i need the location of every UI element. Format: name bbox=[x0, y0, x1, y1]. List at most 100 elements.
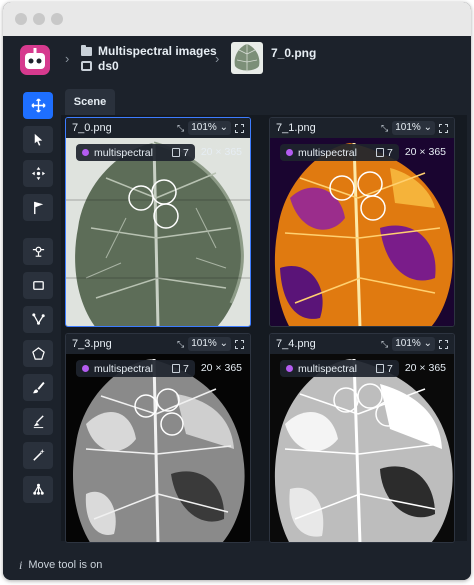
tool-sidebar: ··· bbox=[20, 90, 56, 520]
image-dimensions: 20 × 365 bbox=[404, 362, 446, 374]
tag-dot-icon bbox=[82, 365, 89, 372]
brush-tool[interactable] bbox=[23, 374, 53, 401]
tab-scene[interactable]: Scene bbox=[65, 89, 115, 115]
layers-icon bbox=[171, 364, 180, 373]
close-dot[interactable] bbox=[15, 13, 27, 25]
cursor-icon bbox=[34, 133, 42, 146]
status-bar: i Move tool is on bbox=[3, 550, 471, 580]
graph-tool[interactable] bbox=[23, 476, 53, 503]
title-bar bbox=[3, 2, 471, 36]
flag-icon bbox=[33, 201, 43, 215]
fullscreen-icon[interactable] bbox=[439, 123, 448, 133]
cell-filename: 7_0.png bbox=[72, 122, 112, 134]
zoom-select[interactable]: 101% ⌄ bbox=[392, 337, 435, 351]
image-grid: 7_0.png ⤡ 101% ⌄ multispectral 7 20 × 36… bbox=[61, 115, 467, 543]
leaf-image[interactable] bbox=[66, 138, 251, 327]
cell-filename: 7_1.png bbox=[276, 122, 316, 134]
image-dimensions: 20 × 365 bbox=[200, 362, 242, 374]
breadcrumb-dataset[interactable]: ds0 bbox=[81, 59, 119, 73]
status-text: Move tool is on bbox=[28, 559, 103, 571]
zoom-select[interactable]: 101% ⌄ bbox=[188, 121, 231, 135]
select-tool[interactable] bbox=[23, 126, 53, 153]
collapse-icon[interactable]: ⤡ bbox=[177, 339, 184, 350]
fullscreen-icon[interactable] bbox=[439, 339, 448, 349]
layer-count-value: 7 bbox=[182, 146, 189, 159]
fullscreen-icon[interactable] bbox=[235, 339, 244, 349]
scene-area: Scene 7_0.png ⤡ 101% ⌄ multispectral 7 2… bbox=[61, 89, 467, 543]
leaf-image[interactable] bbox=[66, 354, 251, 543]
image-cell[interactable]: 7_1.png ⤡ 101% ⌄ multispectral 7 20 × 36… bbox=[269, 117, 455, 327]
image-dimensions: 20 × 365 bbox=[200, 146, 242, 158]
cell-header: 7_4.png ⤡ 101% ⌄ bbox=[270, 334, 454, 354]
layer-count-value: 7 bbox=[386, 362, 393, 375]
layer-count: 7 bbox=[375, 362, 393, 375]
zoom-value: 101% bbox=[191, 122, 217, 133]
leaf-image[interactable] bbox=[270, 354, 455, 543]
rectangle-tool[interactable] bbox=[23, 272, 53, 299]
tag-chip[interactable]: multispectral 7 bbox=[76, 144, 195, 161]
magic-wand-tool[interactable] bbox=[23, 442, 53, 469]
collapse-icon[interactable]: ⤡ bbox=[381, 339, 388, 350]
move-icon bbox=[30, 98, 46, 113]
zoom-value: 101% bbox=[395, 338, 421, 349]
cell-header: 7_0.png ⤡ 101% ⌄ bbox=[66, 118, 250, 138]
point-icon bbox=[32, 246, 44, 257]
layer-count-value: 7 bbox=[386, 146, 393, 159]
breadcrumb-project[interactable]: Multispectral images bbox=[81, 44, 217, 58]
move-tool[interactable] bbox=[23, 92, 53, 119]
tag-chip[interactable]: multispectral 7 bbox=[280, 144, 399, 161]
polyline-icon bbox=[31, 313, 45, 325]
app-window: › Multispectral images ds0 › 7_0.png ··· bbox=[3, 2, 471, 580]
zoom-control: ⤡ 101% ⌄ bbox=[177, 121, 244, 135]
leaf-image[interactable] bbox=[270, 138, 455, 327]
image-cell[interactable]: 7_4.png ⤡ 101% ⌄ multispectral 7 20 × 36… bbox=[269, 333, 455, 543]
polyline-tool[interactable] bbox=[23, 306, 53, 333]
maximize-dot[interactable] bbox=[51, 13, 63, 25]
pan-tool[interactable] bbox=[23, 160, 53, 187]
magic-wand-icon bbox=[32, 448, 45, 461]
layers-icon bbox=[375, 364, 384, 373]
image-name: 7_0.png bbox=[271, 46, 317, 60]
collapse-icon[interactable]: ⤡ bbox=[177, 123, 184, 134]
point-tool[interactable] bbox=[23, 238, 53, 265]
info-icon: i bbox=[19, 557, 23, 572]
cell-filename: 7_3.png bbox=[72, 338, 112, 350]
cell-header: 7_1.png ⤡ 101% ⌄ bbox=[270, 118, 454, 138]
zoom-value: 101% bbox=[395, 122, 421, 133]
collapse-icon[interactable]: ⤡ bbox=[381, 123, 388, 134]
tag-label: multispectral bbox=[298, 362, 357, 375]
zoom-control: ⤡ 101% ⌄ bbox=[177, 337, 244, 351]
brush-icon bbox=[32, 381, 45, 394]
layers-icon bbox=[375, 148, 384, 157]
fullscreen-icon[interactable] bbox=[235, 123, 244, 133]
image-dimensions: 20 × 365 bbox=[404, 146, 446, 158]
pan-icon bbox=[31, 166, 45, 181]
zoom-control: ⤡ 101% ⌄ bbox=[381, 121, 448, 135]
polygon-tool[interactable] bbox=[23, 340, 53, 367]
minimize-dot[interactable] bbox=[33, 13, 45, 25]
chevron-right-icon: › bbox=[65, 51, 70, 66]
robot-logo-icon[interactable] bbox=[19, 44, 51, 76]
breadcrumb-project-label: Multispectral images bbox=[98, 44, 217, 58]
tag-chip[interactable]: multispectral 7 bbox=[76, 360, 195, 377]
layers-icon bbox=[171, 148, 180, 157]
zoom-select[interactable]: 101% ⌄ bbox=[188, 337, 231, 351]
eraser-tool[interactable] bbox=[23, 408, 53, 435]
image-cell[interactable]: 7_0.png ⤡ 101% ⌄ multispectral 7 20 × 36… bbox=[65, 117, 251, 327]
tag-chip[interactable]: multispectral 7 bbox=[280, 360, 399, 377]
cell-filename: 7_4.png bbox=[276, 338, 316, 350]
layer-count: 7 bbox=[375, 146, 393, 159]
zoom-select[interactable]: 101% ⌄ bbox=[392, 121, 435, 135]
eraser-icon bbox=[33, 415, 44, 429]
image-cell[interactable]: 7_3.png ⤡ 101% ⌄ multispectral 7 20 × 36… bbox=[65, 333, 251, 543]
tag-label: multispectral bbox=[94, 362, 153, 375]
graph-icon bbox=[32, 483, 44, 495]
rectangle-icon bbox=[32, 281, 44, 290]
tag-dot-icon bbox=[82, 149, 89, 156]
zoom-value: 101% bbox=[191, 338, 217, 349]
tag-label: multispectral bbox=[94, 146, 153, 159]
flag-tool[interactable] bbox=[23, 194, 53, 221]
zoom-control: ⤡ 101% ⌄ bbox=[381, 337, 448, 351]
breadcrumb-dataset-label: ds0 bbox=[98, 59, 119, 73]
image-thumbnail[interactable] bbox=[231, 42, 263, 74]
